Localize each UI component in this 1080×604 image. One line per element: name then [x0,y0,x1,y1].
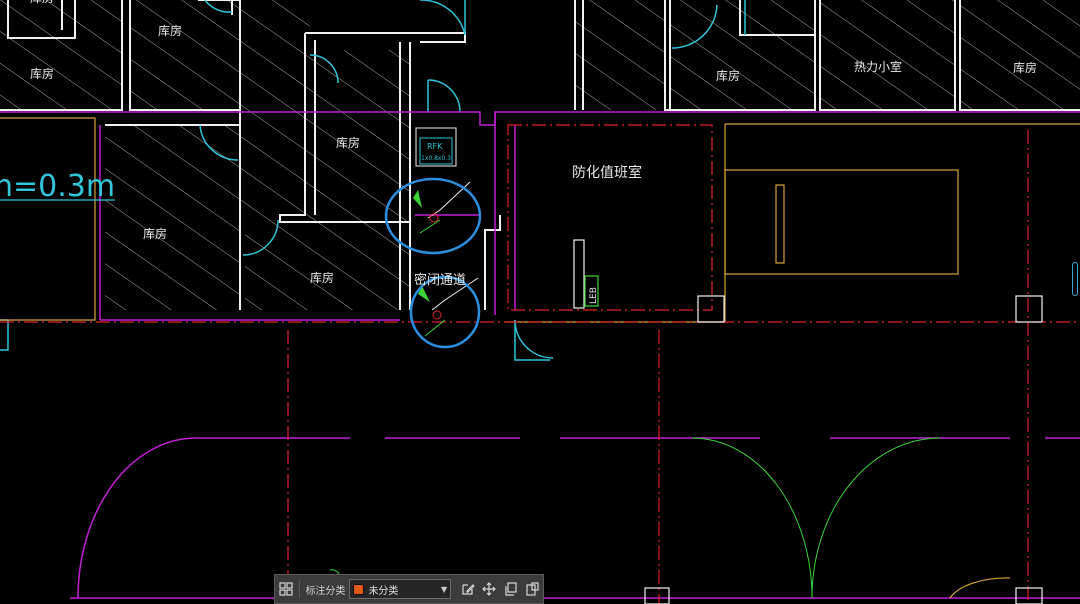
leb-tag: LEB [589,287,599,304]
move-icon[interactable] [479,578,500,600]
valve-symbols [413,181,479,337]
paste-icon[interactable] [522,578,543,600]
dimension-annotation: h=0.3m [0,169,115,204]
category-label: 标注分类 [305,585,346,597]
cad-drawing-canvas[interactable]: RFK 1x0.8x0.3 h=0.3m 库房 库房 库房 库房 库房 库房 库… [0,0,1080,604]
rfk-equipment: RFK 1x0.8x0.3 [415,127,457,167]
category-value: 未分类 [368,585,399,597]
rfk-tag: RFK [427,142,443,151]
room-label-storage-4: 库房 [336,135,360,150]
toolbar-divider [299,580,301,598]
room-label-storage-8: 库房 [1013,60,1037,75]
edit-icon[interactable] [457,578,478,600]
room-label-storage-3: 库房 [30,66,54,81]
room-label-storage-6: 库房 [310,270,334,285]
rfk-size: 1x0.8x0.3 [421,155,451,162]
room-label-storage-7: 库房 [716,68,740,83]
room-label-passage: 密闭通道 [414,272,466,288]
room-label-storage-5: 库房 [143,226,167,241]
category-color-swatch [353,583,365,595]
room-label-heat-room: 热力小室 [854,59,902,74]
room-label-storage-1: 库房 [30,0,54,5]
annotation-toolbar: 标注分类 未分类 ▼ [274,574,544,604]
scroll-handle[interactable] [1072,262,1078,296]
category-select[interactable]: 未分类 ▼ [349,579,452,599]
room-label-duty-room: 防化值班室 [572,164,642,181]
dimension-text: h=0.3m [0,169,115,204]
room-label-storage-2: 库房 [158,23,182,38]
chevron-down-icon: ▼ [440,584,448,594]
hatched-storage-areas [0,0,1080,310]
grid-icon[interactable] [275,578,296,600]
duty-room-fixtures [573,184,1043,604]
copy-icon[interactable] [500,578,521,600]
